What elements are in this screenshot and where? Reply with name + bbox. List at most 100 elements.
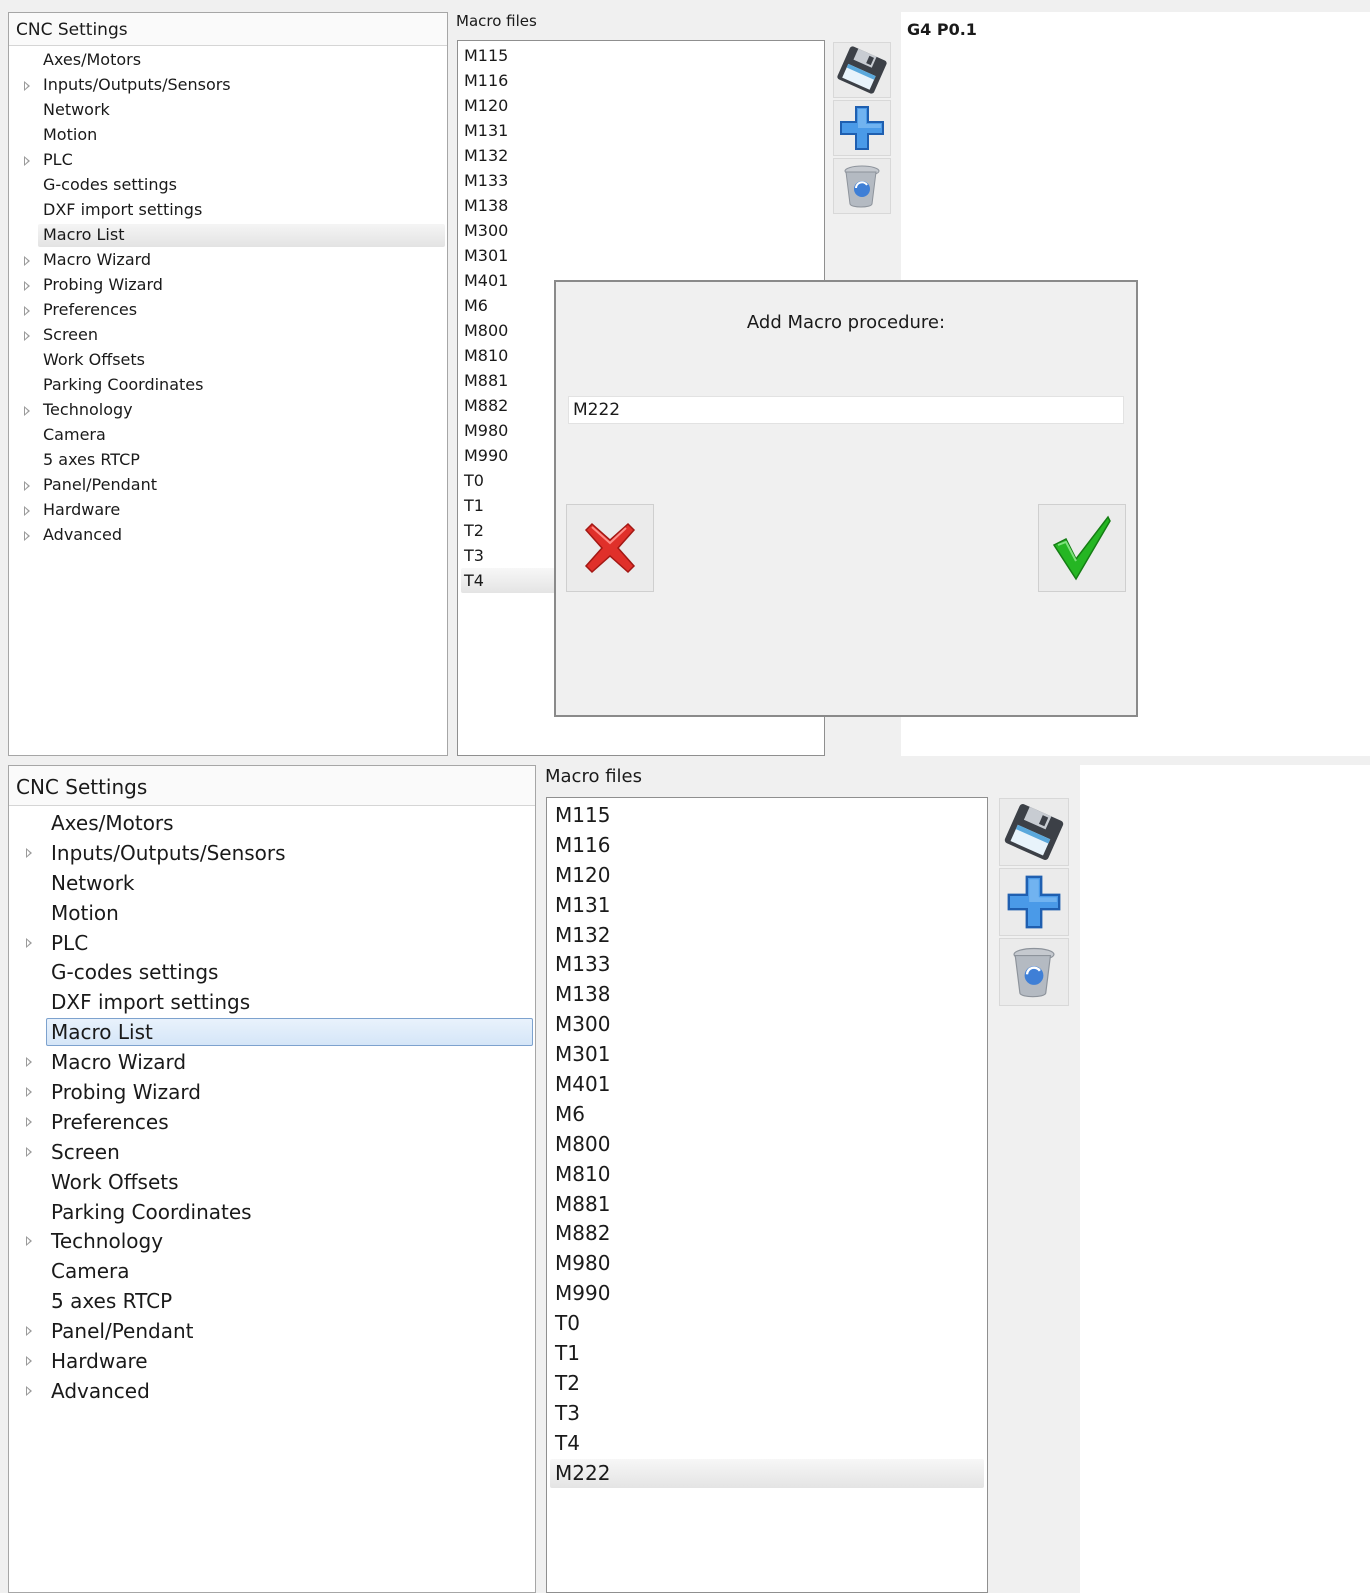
tree-item-panel-pendant[interactable]: Panel/Pendant: [9, 473, 447, 498]
macro-name-input[interactable]: [568, 396, 1124, 424]
expand-arrow-icon[interactable]: [24, 155, 30, 166]
tree-item-screen[interactable]: Screen: [9, 323, 447, 348]
expand-arrow-icon[interactable]: [24, 80, 30, 91]
tree-item-preferences[interactable]: Preferences: [9, 1107, 535, 1137]
expand-arrow-icon[interactable]: [26, 1355, 32, 1366]
expand-arrow-icon[interactable]: [24, 480, 30, 491]
macro-file-item[interactable]: M222: [550, 1458, 984, 1489]
macro-file-item[interactable]: M131: [458, 118, 824, 143]
tree-item-camera[interactable]: Camera: [9, 423, 447, 448]
expand-arrow-icon[interactable]: [26, 1385, 32, 1396]
tree-item-g-codes-settings[interactable]: G-codes settings: [9, 957, 535, 987]
tree-item-5-axes-rtcp[interactable]: 5 axes RTCP: [9, 448, 447, 473]
tree-item-work-offsets[interactable]: Work Offsets: [9, 348, 447, 373]
expand-arrow-icon[interactable]: [24, 405, 30, 416]
tree-item-advanced[interactable]: Advanced: [9, 1376, 535, 1406]
expand-arrow-icon[interactable]: [26, 1116, 32, 1127]
macro-file-item[interactable]: M990: [547, 1279, 987, 1309]
expand-arrow-icon[interactable]: [24, 530, 30, 541]
macro-file-item[interactable]: M116: [458, 68, 824, 93]
expand-arrow-icon[interactable]: [26, 937, 32, 948]
tree-item-probing-wizard[interactable]: Probing Wizard: [9, 273, 447, 298]
macro-file-item[interactable]: M138: [458, 193, 824, 218]
tree-item-inputs-outputs-sensors[interactable]: Inputs/Outputs/Sensors: [9, 838, 535, 868]
expand-arrow-icon[interactable]: [24, 280, 30, 291]
expand-arrow-icon[interactable]: [24, 330, 30, 341]
tree-item-network[interactable]: Network: [9, 868, 535, 898]
expand-arrow-icon[interactable]: [24, 305, 30, 316]
expand-arrow-icon[interactable]: [26, 1326, 32, 1337]
macro-file-item[interactable]: M115: [458, 43, 824, 68]
macro-file-item[interactable]: M132: [458, 143, 824, 168]
macro-file-item[interactable]: T1: [547, 1339, 987, 1369]
editor-pane[interactable]: [1080, 765, 1370, 1593]
expand-arrow-icon[interactable]: [26, 1086, 32, 1097]
tree-item-hardware[interactable]: Hardware: [9, 498, 447, 523]
macro-file-item[interactable]: M120: [458, 93, 824, 118]
tree-item-g-codes-settings[interactable]: G-codes settings: [9, 173, 447, 198]
macro-file-item[interactable]: T2: [547, 1369, 987, 1399]
macro-file-item[interactable]: M133: [547, 950, 987, 980]
macro-file-item[interactable]: M882: [547, 1219, 987, 1249]
tree-item-preferences[interactable]: Preferences: [9, 298, 447, 323]
macro-file-item[interactable]: T4: [547, 1429, 987, 1459]
delete-macro-button[interactable]: [833, 158, 891, 214]
tree-item-probing-wizard[interactable]: Probing Wizard: [9, 1077, 535, 1107]
add-macro-button[interactable]: [833, 100, 891, 156]
tree-item-5-axes-rtcp[interactable]: 5 axes RTCP: [9, 1286, 535, 1316]
tree-item-axes-motors[interactable]: Axes/Motors: [9, 808, 535, 838]
macro-file-item[interactable]: M300: [547, 1010, 987, 1040]
macro-file-item[interactable]: M138: [547, 980, 987, 1010]
expand-arrow-icon[interactable]: [26, 1057, 32, 1068]
cancel-button[interactable]: [566, 504, 654, 592]
tree-item-motion[interactable]: Motion: [9, 898, 535, 928]
macro-file-item[interactable]: M810: [547, 1160, 987, 1190]
tree-item-macro-list[interactable]: Macro List: [9, 223, 447, 248]
ok-button[interactable]: [1038, 504, 1126, 592]
tree-item-motion[interactable]: Motion: [9, 123, 447, 148]
tree-item-inputs-outputs-sensors[interactable]: Inputs/Outputs/Sensors: [9, 73, 447, 98]
macro-file-item[interactable]: T0: [547, 1309, 987, 1339]
macro-file-item[interactable]: M115: [547, 801, 987, 831]
tree-item-macro-list[interactable]: Macro List: [9, 1017, 535, 1047]
macro-file-item[interactable]: M6: [547, 1100, 987, 1130]
tree-item-technology[interactable]: Technology: [9, 1226, 535, 1256]
macro-file-item[interactable]: M980: [547, 1249, 987, 1279]
macro-file-item[interactable]: M132: [547, 921, 987, 951]
expand-arrow-icon[interactable]: [24, 505, 30, 516]
tree-item-axes-motors[interactable]: Axes/Motors: [9, 48, 447, 73]
macro-file-item[interactable]: M133: [458, 168, 824, 193]
macro-file-item[interactable]: M401: [547, 1070, 987, 1100]
save-button[interactable]: [999, 798, 1069, 866]
macro-file-item[interactable]: T3: [547, 1399, 987, 1429]
tree-item-screen[interactable]: Screen: [9, 1137, 535, 1167]
add-macro-button[interactable]: [999, 868, 1069, 936]
tree-item-plc[interactable]: PLC: [9, 148, 447, 173]
macro-file-item[interactable]: M301: [547, 1040, 987, 1070]
tree-item-parking-coordinates[interactable]: Parking Coordinates: [9, 1197, 535, 1227]
tree-item-network[interactable]: Network: [9, 98, 447, 123]
tree-item-macro-wizard[interactable]: Macro Wizard: [9, 248, 447, 273]
tree-item-camera[interactable]: Camera: [9, 1256, 535, 1286]
macro-files-list[interactable]: M115 M116 M120 M131 M132 M133 M138 M300 M301 M401…: [546, 797, 988, 1593]
tree-item-plc[interactable]: PLC: [9, 928, 535, 958]
tree-item-dxf-import-settings[interactable]: DXF import settings: [9, 198, 447, 223]
macro-file-item[interactable]: M120: [547, 861, 987, 891]
tree-item-advanced[interactable]: Advanced: [9, 523, 447, 548]
tree-item-parking-coordinates[interactable]: Parking Coordinates: [9, 373, 447, 398]
delete-macro-button[interactable]: [999, 938, 1069, 1006]
macro-file-item[interactable]: M800: [547, 1130, 987, 1160]
macro-file-item[interactable]: M131: [547, 891, 987, 921]
expand-arrow-icon[interactable]: [26, 847, 32, 858]
save-button[interactable]: [833, 42, 891, 98]
macro-file-item[interactable]: M881: [547, 1190, 987, 1220]
tree-item-technology[interactable]: Technology: [9, 398, 447, 423]
tree-item-hardware[interactable]: Hardware: [9, 1346, 535, 1376]
expand-arrow-icon[interactable]: [24, 255, 30, 266]
tree-item-macro-wizard[interactable]: Macro Wizard: [9, 1047, 535, 1077]
macro-file-item[interactable]: M300: [458, 218, 824, 243]
macro-file-item[interactable]: M301: [458, 243, 824, 268]
macro-file-item[interactable]: M116: [547, 831, 987, 861]
expand-arrow-icon[interactable]: [26, 1146, 32, 1157]
expand-arrow-icon[interactable]: [26, 1236, 32, 1247]
